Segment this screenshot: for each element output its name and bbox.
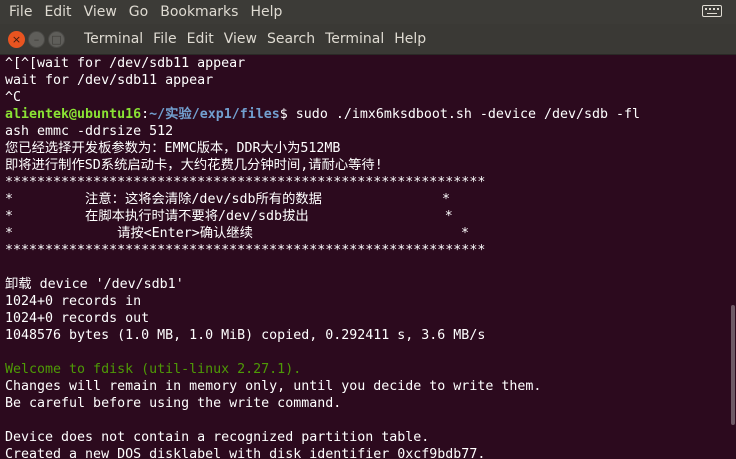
system-menu-bar: File Edit View Go Bookmarks Help <box>0 0 736 24</box>
maximize-button[interactable]: □ <box>48 30 65 48</box>
menu-edit[interactable]: Edit <box>38 4 77 20</box>
menu-file[interactable]: File <box>0 4 38 20</box>
fdisk-welcome-text: Welcome to fdisk (util-linux 2.27.1). <box>5 362 302 377</box>
terminal-line: ^[^[wait for /dev/sdb11 appear <box>5 56 246 71</box>
prompt-path: ~/实验/exp1/files <box>149 107 280 122</box>
terminal-line: alientek@ubuntu16:~/实验/exp1/files$ sudo … <box>5 106 736 123</box>
terminal-menu-help[interactable]: Help <box>389 31 431 47</box>
terminal-titlebar: × – □ Terminal File Edit View Search Ter… <box>0 24 736 55</box>
terminal-menu-edit[interactable]: Edit <box>182 31 219 47</box>
terminal-line: 1024+0 records out <box>5 311 150 326</box>
terminal-line: Device does not contain a recognized par… <box>5 430 430 445</box>
command-text: sudo ./imx6mksdboot.sh -device /dev/sdb … <box>295 107 641 122</box>
prompt-user: alientek@ubuntu16 <box>5 107 142 122</box>
menu-bookmarks[interactable]: Bookmarks <box>154 4 244 20</box>
menu-view[interactable]: View <box>78 4 123 20</box>
terminal-menu-file[interactable]: File <box>148 31 181 47</box>
terminal-line: Welcome to fdisk (util-linux 2.27.1). <box>5 361 736 378</box>
terminal-menu-terminal-title[interactable]: Terminal <box>79 31 148 47</box>
terminal-menu-terminal[interactable]: Terminal <box>320 31 389 47</box>
prompt-symbol: $ <box>279 107 296 122</box>
menu-help[interactable]: Help <box>244 4 288 20</box>
minimize-button[interactable]: – <box>28 30 45 48</box>
terminal-line: Changes will remain in memory only, unti… <box>5 379 542 394</box>
terminal-line: wait for /dev/sdb11 appear <box>5 73 214 88</box>
terminal-line: 即将进行制作SD系统启动卡，大约花费几分钟时间,请耐心等待! <box>5 158 383 173</box>
menu-go[interactable]: Go <box>123 4 154 20</box>
terminal-line: Created a new DOS disklabel with disk id… <box>5 447 486 459</box>
terminal-menu-search[interactable]: Search <box>262 31 320 47</box>
terminal-line: * 注意：这将会清除/dev/sdb所有的数据 * <box>5 192 451 207</box>
terminal-menu-view[interactable]: View <box>219 31 262 47</box>
terminal-line: 卸载 device '/dev/sdb1' <box>5 277 184 292</box>
terminal-line: 1024+0 records in <box>5 294 142 309</box>
terminal-line: ^C <box>5 90 22 105</box>
close-button[interactable]: × <box>8 30 25 48</box>
terminal-menu: Terminal File Edit View Search Terminal … <box>79 31 431 47</box>
keyboard-icon[interactable] <box>702 5 722 17</box>
scrollbar-thumb[interactable] <box>731 305 735 425</box>
terminal-line: ash emmc -ddrsize 512 <box>5 124 174 139</box>
terminal-scrollbar[interactable] <box>730 55 736 459</box>
terminal-line: ****************************************… <box>5 243 486 258</box>
terminal-output[interactable]: ^[^[wait for /dev/sdb11 appear wait for /… <box>0 55 736 459</box>
terminal-line: * 请按<Enter>确认继续 * <box>5 226 470 241</box>
prompt-separator: : <box>141 107 150 122</box>
terminal-line: 您已经选择开发板参数为：EMMC版本，DDR大小为512MB <box>5 141 341 156</box>
terminal-line: 1048576 bytes (1.0 MB, 1.0 MiB) copied, … <box>5 328 486 343</box>
terminal-line: ****************************************… <box>5 175 486 190</box>
terminal-line: Be careful before using the write comman… <box>5 396 342 411</box>
terminal-line: * 在脚本执行时请不要将/dev/sdb拔出 * <box>5 209 453 224</box>
